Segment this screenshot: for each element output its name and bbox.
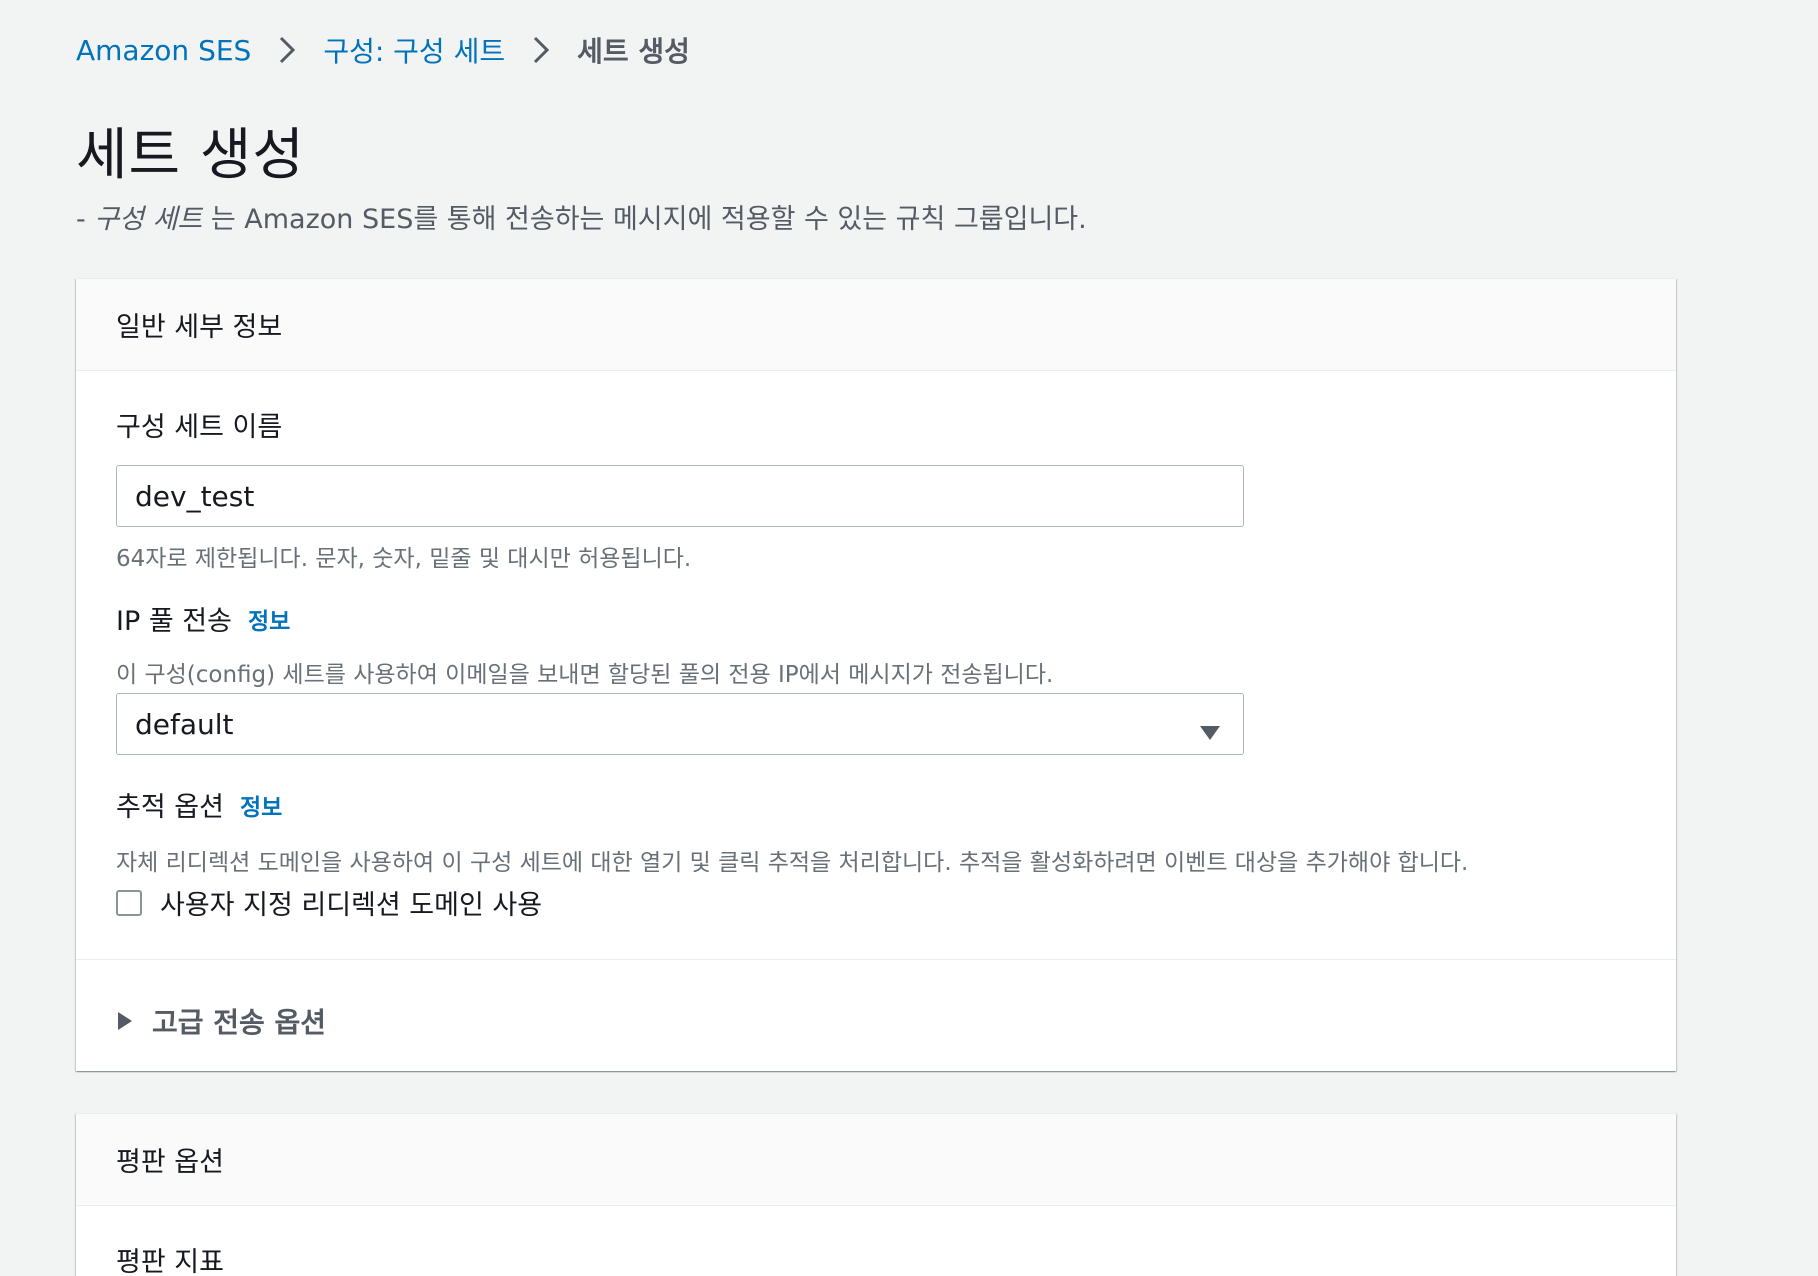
page-description: - 구성 세트 는 Amazon SES를 통해 전송하는 메시지에 적용할 수… (76, 197, 1087, 236)
page-title: 세트 생성 (76, 123, 305, 188)
chevron-right-icon (263, 30, 311, 70)
caret-right-icon (118, 1012, 132, 1030)
configuration-set-name-label: 구성 세트 이름 (116, 412, 283, 443)
reputation-metrics-label: 평판 지표 (116, 1247, 224, 1276)
configuration-set-name-input[interactable] (116, 465, 1244, 527)
ip-pool-select[interactable]: default (116, 693, 1244, 755)
ip-pool-label: IP 풀 전송 정보 (116, 599, 290, 638)
description-prefix: - (76, 204, 95, 235)
page: Amazon SES 구성: 구성 세트 세트 생성 세트 생성 - 구성 세트… (0, 0, 1818, 1276)
tracking-options-info-link[interactable]: 정보 (240, 788, 282, 822)
reputation-options-panel: 평판 옵션 평판 지표 (76, 1113, 1676, 1276)
ip-pool-selected-value: default (135, 707, 234, 741)
name-constraint-text: 64자로 제한됩니다. 문자, 숫자, 밑줄 및 대시만 허용됩니다. (116, 546, 692, 572)
description-term: 구성 세트 (94, 204, 203, 235)
breadcrumb-item-amazon-ses[interactable]: Amazon SES (76, 34, 251, 67)
section-divider (76, 959, 1676, 960)
tracking-options-description: 자체 리디렉션 도메인을 사용하여 이 구성 세트에 대한 열기 및 클릭 추적… (116, 850, 1469, 876)
general-details-panel: 일반 세부 정보 구성 세트 이름 64자로 제한됩니다. 문자, 숫자, 밑줄… (76, 278, 1676, 1071)
chevron-right-icon (517, 30, 565, 70)
advanced-sending-options-label: 고급 전송 옵션 (152, 1006, 327, 1039)
breadcrumb-item-current: 세트 생성 (577, 35, 690, 68)
advanced-sending-options-expander[interactable]: 고급 전송 옵션 (116, 1001, 326, 1041)
breadcrumb-item-configuration-sets[interactable]: 구성: 구성 세트 (323, 30, 505, 70)
description-text: 는 Amazon SES를 통해 전송하는 메시지에 적용할 수 있는 규칙 그… (202, 204, 1087, 235)
tracking-options-label: 추적 옵션 정보 (116, 785, 282, 824)
custom-redirect-domain-option[interactable]: 사용자 지정 리디렉션 도메인 사용 (116, 883, 542, 922)
panel-header: 평판 옵션 (76, 1114, 1676, 1206)
panel-header: 일반 세부 정보 (76, 279, 1676, 371)
ip-pool-description: 이 구성(config) 세트를 사용하여 이메일을 보내면 할당된 풀의 전용… (116, 662, 1054, 688)
ip-pool-label-text: IP 풀 전송 (116, 606, 232, 637)
ip-pool-info-link[interactable]: 정보 (248, 602, 290, 636)
tracking-options-label-text: 추적 옵션 (116, 792, 224, 823)
breadcrumb: Amazon SES 구성: 구성 세트 세트 생성 (76, 30, 690, 70)
caret-down-icon (1199, 716, 1221, 749)
custom-redirect-domain-checkbox[interactable] (116, 889, 142, 916)
custom-redirect-domain-label: 사용자 지정 리디렉션 도메인 사용 (160, 890, 543, 921)
